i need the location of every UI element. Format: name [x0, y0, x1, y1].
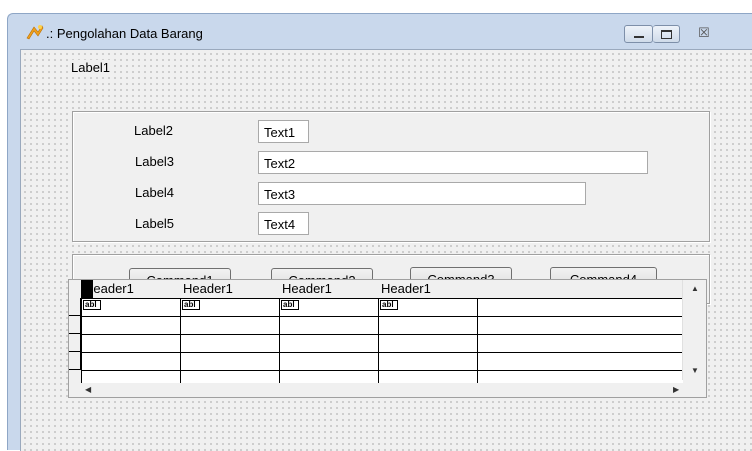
scroll-up-icon[interactable]: ▲ [691, 284, 699, 293]
app-icon [26, 25, 44, 40]
minimize-button[interactable] [624, 25, 653, 43]
text1-input[interactable]: Text1 [258, 120, 309, 143]
textbox-tool-icon: abl [380, 300, 398, 310]
textbox-tool-icon: abl [182, 300, 200, 310]
title-bar[interactable]: .: Pengolahan Data Barang ☒ [8, 14, 752, 49]
row-selector[interactable] [69, 334, 81, 352]
close-button[interactable]: ☒ [685, 25, 721, 43]
maximize-button[interactable] [653, 25, 680, 43]
column-header[interactable]: Header1 [280, 280, 378, 298]
scroll-left-icon[interactable]: ◀ [85, 385, 91, 394]
scroll-down-icon[interactable]: ▼ [691, 366, 699, 375]
data-grid[interactable]: Header1 Header1 Header1 Header1 abl abl … [68, 279, 707, 398]
textbox-tool-icon: abl [281, 300, 299, 310]
vertical-scrollbar[interactable]: ▲ ▼ [682, 280, 706, 380]
text2-input[interactable]: Text2 [258, 151, 648, 174]
input-frame[interactable]: Label2 Label3 Label4 Label5 Text1 Text2 … [72, 111, 710, 242]
row-selector[interactable] [69, 298, 81, 316]
grid-corner [69, 280, 81, 298]
label2[interactable]: Label2 [133, 123, 175, 138]
row-selector[interactable] [69, 352, 81, 370]
column-header[interactable]: Header1 [82, 280, 180, 298]
window-title: .: Pengolahan Data Barang [46, 26, 203, 41]
label1[interactable]: Label1 [70, 60, 112, 75]
label5[interactable]: Label5 [134, 216, 176, 231]
label4[interactable]: Label4 [134, 185, 176, 200]
column-header[interactable]: Header1 [181, 280, 279, 298]
column-header[interactable]: Header1 [379, 280, 477, 298]
text4-input[interactable]: Text4 [258, 212, 309, 235]
form-window: .: Pengolahan Data Barang ☒ Label1 Label… [7, 13, 752, 451]
text3-input[interactable]: Text3 [258, 182, 586, 205]
textbox-tool-icon: abl [83, 300, 101, 310]
close-icon: ☒ [698, 25, 710, 40]
scroll-right-icon[interactable]: ▶ [673, 385, 679, 394]
grid-cells[interactable]: abl abl abl abl [81, 298, 683, 384]
row-selector[interactable] [69, 316, 81, 334]
label3[interactable]: Label3 [134, 154, 176, 169]
horizontal-scrollbar[interactable]: ◀ ▶ [81, 383, 683, 397]
